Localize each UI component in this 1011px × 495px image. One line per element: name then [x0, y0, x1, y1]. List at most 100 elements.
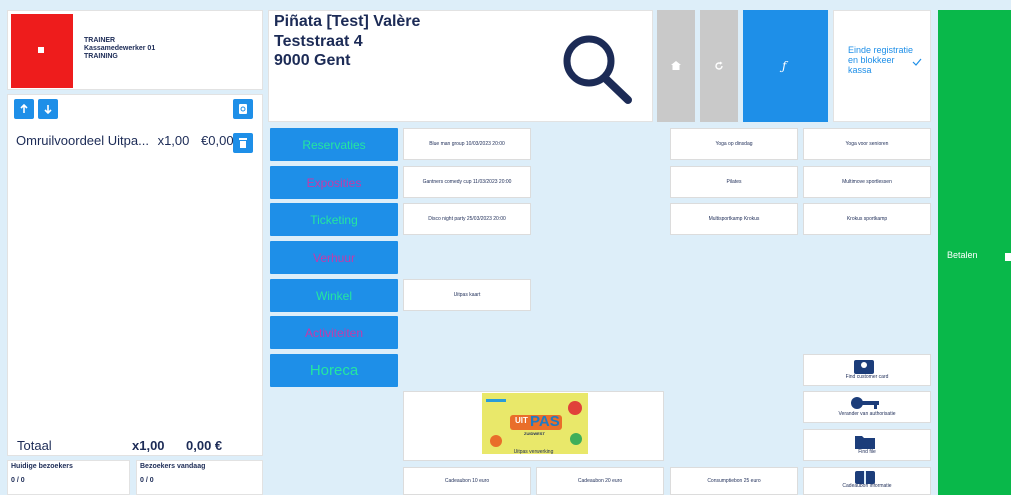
visitors-today-value: 0 / 0	[140, 477, 154, 484]
order-line-price: €0,00	[201, 133, 234, 148]
category-winkel-label: Winkel	[315, 288, 352, 303]
uitpas-logo-image: UIT PAS ZUIDWEST	[482, 393, 588, 454]
uitpas-logo-region: ZUIDWEST	[524, 431, 545, 436]
user-mode: TRAINING	[84, 53, 118, 60]
product-label: Disco night party 25/03/2023 20:00	[428, 216, 506, 222]
cadeaubon-informatie-button[interactable]: Cadeaubon informatie	[803, 467, 931, 495]
refresh-button[interactable]	[700, 10, 738, 122]
current-visitors-value: 0 / 0	[11, 477, 25, 484]
total-label: Totaal	[17, 438, 52, 453]
product-label: Multisportkamp Krokus	[708, 216, 760, 222]
product-tile[interactable]: Yoga op dinsdag	[670, 128, 798, 160]
category-exposities[interactable]: Exposities	[270, 166, 398, 199]
delete-line-button[interactable]	[233, 133, 253, 153]
function-icon: ƒ	[782, 59, 787, 73]
key-icon	[851, 397, 879, 409]
move-down-button[interactable]	[38, 99, 58, 119]
customer-name: Piñata [Test] Valère	[274, 13, 421, 30]
function-button[interactable]: ƒ	[743, 10, 828, 122]
move-up-button[interactable]	[14, 99, 34, 119]
order-line-qty: x1,00	[157, 133, 190, 148]
product-tile[interactable]: Krokus sportkamp	[803, 203, 931, 235]
order-panel: Omruilvoordeel Uitpa... x1,00 €0,00 Tota…	[7, 94, 263, 456]
stop-icon	[38, 47, 44, 53]
product-tile[interactable]: Multisportkamp Krokus	[670, 203, 798, 235]
product-tile[interactable]: Multimove sportlessen	[803, 166, 931, 198]
search-icon[interactable]	[558, 31, 640, 107]
einde-registratie-button[interactable]: Einde registratie en blokkeer kassa	[833, 10, 931, 122]
stop-button[interactable]	[11, 14, 73, 88]
current-visitors-label: Huidige bezoekers	[11, 463, 73, 470]
product-label: Uitpas verwerking	[513, 449, 554, 455]
uitpas-verwerking-tile[interactable]: UIT PAS ZUIDWEST Uitpas verwerking	[403, 391, 664, 461]
product-label: Consumptiebon 25 euro	[707, 478, 761, 484]
uitpas-logo-uit: UIT	[515, 416, 528, 425]
find-file-button[interactable]: Find file	[803, 429, 931, 461]
category-reservaties[interactable]: Reservaties	[270, 128, 398, 161]
product-tile[interactable]: Disco night party 25/03/2023 20:00	[403, 203, 531, 235]
pay-edge-icon	[1005, 253, 1011, 261]
home-icon	[671, 61, 681, 70]
product-label: Gantners comedy cup 11/03/2023 20:00	[422, 179, 512, 185]
product-tile[interactable]: Cadeaubon 20 euro	[536, 467, 664, 495]
product-label: Cadeaubon 10 euro	[444, 478, 490, 484]
order-line[interactable]: Omruilvoordeel Uitpa... x1,00 €0,00	[16, 133, 234, 148]
total-qty: x1,00	[132, 438, 165, 453]
product-tile[interactable]: Cadeaubon 10 euro	[403, 467, 531, 495]
product-label: Uitpas kaart	[453, 292, 481, 298]
visitors-today-label: Bezoekers vandaag	[140, 463, 206, 470]
product-label: Yoga op dinsdag	[715, 141, 753, 147]
product-label: Pilates	[726, 179, 742, 185]
home-button[interactable]	[657, 10, 695, 122]
verander-authorisatie-button[interactable]: Verander van authorisatie	[803, 391, 931, 423]
total-amount: 0,00 €	[186, 438, 223, 453]
betalen-button[interactable]: Betalen	[938, 10, 1011, 495]
search-document-button[interactable]	[233, 99, 253, 119]
order-line-name: Omruilvoordeel Uitpa...	[16, 133, 149, 148]
arrow-up-icon	[20, 104, 28, 113]
current-visitors-box: Huidige bezoekers 0 / 0	[7, 460, 130, 495]
product-label: Find file	[858, 449, 876, 455]
user-info: TRAINER Kassamedewerker 01 TRAINING	[84, 37, 155, 61]
refresh-icon	[715, 61, 723, 70]
product-tile[interactable]: Uitpas kaart	[403, 279, 531, 311]
product-tile[interactable]: Consumptiebon 25 euro	[670, 467, 798, 495]
folder-icon	[855, 436, 875, 449]
product-label: Yoga voor senioren	[845, 141, 889, 147]
category-verhuur-label: Verhuur	[312, 250, 356, 265]
category-winkel[interactable]: Winkel	[270, 279, 398, 312]
category-verhuur[interactable]: Verhuur	[270, 241, 398, 274]
category-horeca[interactable]: Horeca	[270, 354, 398, 387]
document-search-icon	[239, 104, 247, 114]
user-name: Kassamedewerker 01	[84, 45, 156, 52]
category-activiteiten[interactable]: Activiteiten	[270, 316, 398, 349]
product-label: Cadeaubon informatie	[842, 483, 892, 489]
product-label: Verander van authorisatie	[838, 411, 896, 417]
category-reservaties-label: Reservaties	[302, 137, 366, 152]
product-tile[interactable]: Pilates	[670, 166, 798, 198]
product-label: Multimove sportlessen	[842, 179, 892, 185]
product-label: Krokus sportkamp	[846, 216, 888, 222]
betalen-label: Betalen	[947, 250, 978, 260]
customer-street: Teststraat 4	[274, 33, 363, 50]
category-activiteiten-label: Activiteiten	[304, 325, 364, 340]
product-label: Cadeaubon 20 euro	[577, 478, 623, 484]
visitors-today-box: Bezoekers vandaag 0 / 0	[136, 460, 263, 495]
uitpas-logo-pas: PAS	[530, 413, 560, 430]
product-tile[interactable]: Blue man group 10/03/2023 20:00	[403, 128, 531, 160]
customer-city: 9000 Gent	[274, 52, 351, 69]
product-tile[interactable]: Yoga voor senioren	[803, 128, 931, 160]
category-ticketing-label: Ticketing	[310, 212, 358, 227]
user-info-panel: TRAINER Kassamedewerker 01 TRAINING	[7, 10, 263, 90]
find-customer-card-button[interactable]: Find customer card	[803, 354, 931, 386]
gift-icon	[855, 471, 875, 484]
total-row: Totaal x1,00 0,00 €	[17, 438, 257, 453]
category-horeca-label: Horeca	[309, 362, 359, 379]
arrow-down-icon	[44, 105, 52, 114]
customer-address-panel: Piñata [Test] Valère Teststraat 4 9000 G…	[268, 10, 653, 122]
category-exposities-label: Exposities	[306, 175, 362, 190]
user-role: TRAINER	[84, 37, 116, 44]
category-ticketing[interactable]: Ticketing	[270, 203, 398, 236]
product-tile[interactable]: Gantners comedy cup 11/03/2023 20:00	[403, 166, 531, 198]
einde-registratie-label: Einde registratie en blokkeer kassa	[848, 45, 914, 75]
